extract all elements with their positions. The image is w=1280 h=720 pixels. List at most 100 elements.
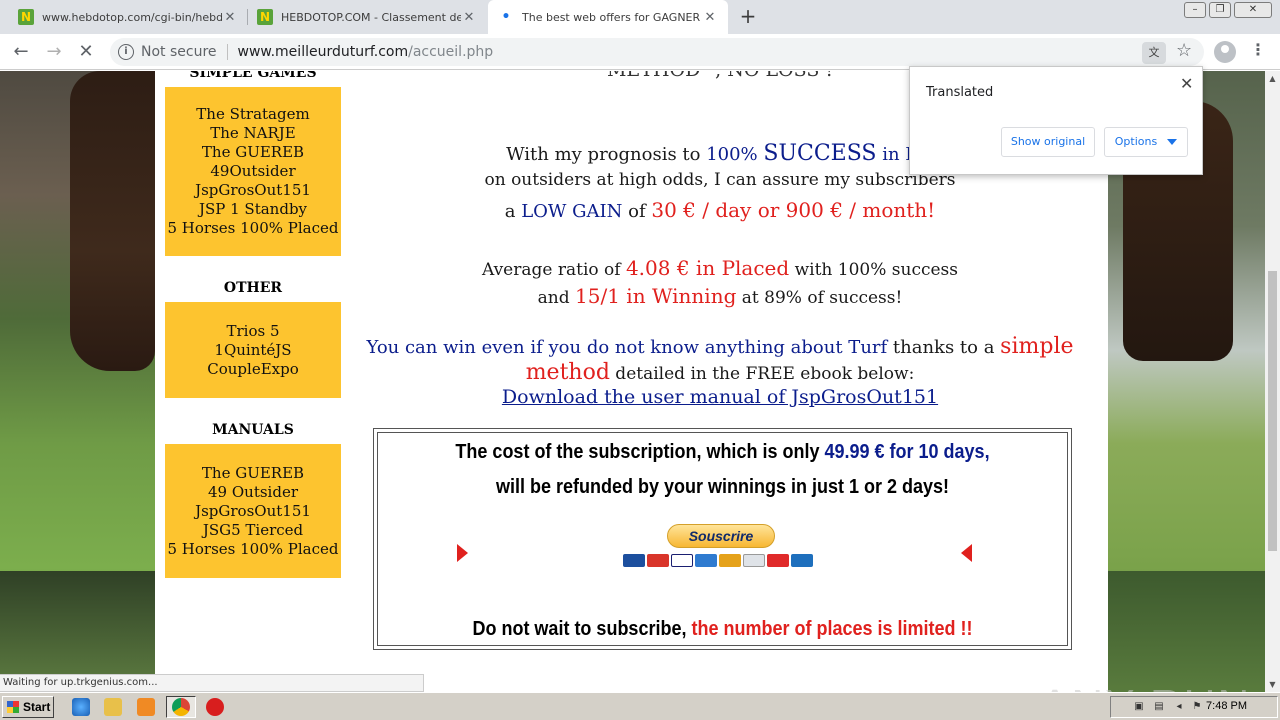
text: of — [622, 201, 652, 222]
text: The cost of the subscription, which is o… — [455, 441, 825, 463]
discover-icon — [719, 554, 741, 567]
manual-item-jspgrosout151[interactable]: JspGrosOut151 — [195, 502, 311, 521]
manuals-menu: The GUEREB 49 Outsider JspGrosOut151 JSG… — [165, 444, 341, 578]
bookmark-star-icon[interactable]: ☆ — [1176, 40, 1192, 61]
close-icon[interactable]: ✕ — [461, 10, 477, 25]
tab-hebdotop-classement[interactable]: N HEBDOTOP.COM - Classement de sit ✕ — [247, 0, 487, 34]
monitor-icon[interactable]: ▤ — [1153, 701, 1165, 713]
hebdotop-icon: N — [18, 9, 34, 25]
visa-icon — [671, 554, 693, 567]
menu-item-trios5[interactable]: Trios 5 — [226, 322, 279, 341]
tab-active-offers[interactable]: • The best web offers for GAGNER AU ✕ — [488, 0, 728, 34]
tab-hebdotop-cgi[interactable]: N www.hebdotop.com/cgi-bin/hebdoto ✕ — [8, 0, 248, 34]
start-button[interactable]: Start — [2, 696, 54, 718]
scroll-down-icon[interactable]: ▼ — [1265, 677, 1280, 692]
address-bar[interactable]: i Not secure www.meilleurduturf.com/accu… — [110, 38, 1204, 66]
arrow-left-icon — [961, 544, 972, 562]
network-icon[interactable]: ▣ — [1133, 701, 1145, 713]
simple-games-heading: SIMPLE GAMES — [189, 71, 317, 81]
folder-icon[interactable] — [104, 698, 122, 716]
options-label: Options — [1114, 135, 1158, 148]
limited-places-line: Do not wait to subscribe, the number of … — [409, 618, 1036, 641]
options-button[interactable]: Options — [1104, 127, 1188, 157]
text: method — [525, 360, 610, 385]
new-tab-button[interactable]: + — [737, 5, 759, 27]
security-label[interactable]: Not secure — [141, 44, 217, 60]
amex-icon — [695, 554, 717, 567]
chrome-icon — [172, 698, 190, 716]
status-bar: Waiting for up.trkgenius.com... — [0, 674, 424, 692]
manual-item-5-horses[interactable]: 5 Horses 100% Placed — [168, 540, 339, 559]
text: 15/1 — [575, 284, 620, 308]
ie-icon[interactable] — [72, 698, 90, 716]
tab-title: The best web offers for GAGNER AU — [522, 10, 702, 24]
stop-loading-icon[interactable]: ✕ — [74, 41, 98, 65]
text: and — [537, 288, 576, 308]
windows-taskbar: Start ▣ ▤ ◂ ⚑ 7:48 PM — [0, 692, 1280, 720]
chevron-down-icon — [1167, 139, 1178, 145]
menu-item-jsp-standby[interactable]: JSP 1 Standby — [199, 200, 307, 219]
winning-ratio-line: and 15/1 in Winning at 89% of success! — [365, 284, 1075, 308]
scroll-thumb[interactable] — [1268, 271, 1277, 551]
close-window-button[interactable]: ✕ — [1234, 2, 1272, 18]
text: LOW GAIN — [521, 201, 623, 222]
show-original-button[interactable]: Show original — [1001, 127, 1095, 157]
win-turf-line: You can win even if you do not know anyt… — [360, 334, 1080, 359]
text: SUCCESS — [763, 141, 877, 166]
warning-icon[interactable] — [206, 698, 224, 716]
menu-item-jspgrosout151[interactable]: JspGrosOut151 — [195, 181, 311, 200]
page-scrollbar[interactable]: ▲ ▼ — [1265, 71, 1280, 692]
manuals-heading: MANUALS — [212, 422, 294, 438]
menu-dots-icon[interactable]: ⋮ — [1250, 40, 1266, 59]
profile-avatar[interactable] — [1214, 41, 1236, 63]
manual-item-jsg5[interactable]: JSG5 Tierced — [203, 521, 303, 540]
background-photo-left — [0, 71, 155, 692]
menu-item-5-horses[interactable]: 5 Horses 100% Placed — [168, 219, 339, 238]
divider — [226, 44, 228, 60]
text: at 89% of success! — [736, 288, 903, 308]
menu-item-guereb[interactable]: The GUEREB — [202, 143, 304, 162]
anyrun-watermark: ANY RUN — [1040, 681, 1251, 692]
download-manual-link[interactable]: Download the user manual of JspGrosOut15… — [502, 386, 938, 408]
volume-icon[interactable]: ◂ — [1173, 701, 1185, 713]
manual-item-guereb[interactable]: The GUEREB — [202, 464, 304, 483]
text: 4.08 € — [625, 256, 690, 280]
loading-icon: • — [501, 9, 511, 25]
subscribe-button[interactable]: Souscrire — [667, 524, 775, 548]
manual-item-49outsider[interactable]: 49 Outsider — [208, 483, 298, 502]
forward-arrow-icon[interactable]: → — [42, 41, 66, 65]
back-arrow-icon[interactable]: ← — [9, 41, 33, 65]
text: detailed in the FREE ebook below: — [609, 364, 915, 384]
tab-title: www.hebdotop.com/cgi-bin/hebdoto — [42, 10, 222, 24]
other-heading: OTHER — [223, 280, 283, 296]
menu-item-1quintejs[interactable]: 1QuintéJS — [214, 341, 291, 360]
translate-icon[interactable]: 文 — [1142, 42, 1166, 64]
close-icon[interactable]: ✕ — [222, 10, 238, 25]
flag-icon[interactable]: ⚑ — [1191, 701, 1203, 713]
menu-item-stratagem[interactable]: The Stratagem — [196, 105, 309, 124]
close-icon[interactable]: ✕ — [702, 10, 718, 25]
maximize-button[interactable]: ❐ — [1209, 2, 1231, 18]
text: With my prognosis to — [506, 144, 707, 165]
close-icon[interactable]: ✕ — [1180, 74, 1193, 93]
horse-image — [70, 71, 155, 371]
media-player-icon[interactable] — [137, 698, 155, 716]
menu-item-narje[interactable]: The NARJE — [210, 124, 296, 143]
text: in Winning — [619, 284, 737, 308]
subscription-box: The cost of the subscription, which is o… — [373, 428, 1072, 650]
text: 49.99 € for 10 days, — [824, 441, 990, 463]
cb-icon — [791, 554, 813, 567]
info-icon[interactable]: i — [118, 44, 134, 60]
menu-item-coupleexpo[interactable]: CoupleExpo — [207, 360, 299, 379]
method-line: method detailed in the FREE ebook below: — [365, 360, 1075, 385]
translate-popup: Translated ✕ Show original Options — [909, 66, 1203, 175]
url-path: /accueil.php — [408, 44, 494, 60]
text: thanks to a — [887, 337, 1001, 358]
scroll-up-icon[interactable]: ▲ — [1265, 71, 1280, 86]
card-icon — [743, 554, 765, 567]
text: You can win even if you do not know anyt… — [366, 337, 888, 358]
text: in Placed — [689, 256, 790, 280]
mastercard-icon — [647, 554, 669, 567]
minimize-button[interactable]: – — [1184, 2, 1206, 18]
menu-item-49outsider[interactable]: 49Outsider — [210, 162, 295, 181]
